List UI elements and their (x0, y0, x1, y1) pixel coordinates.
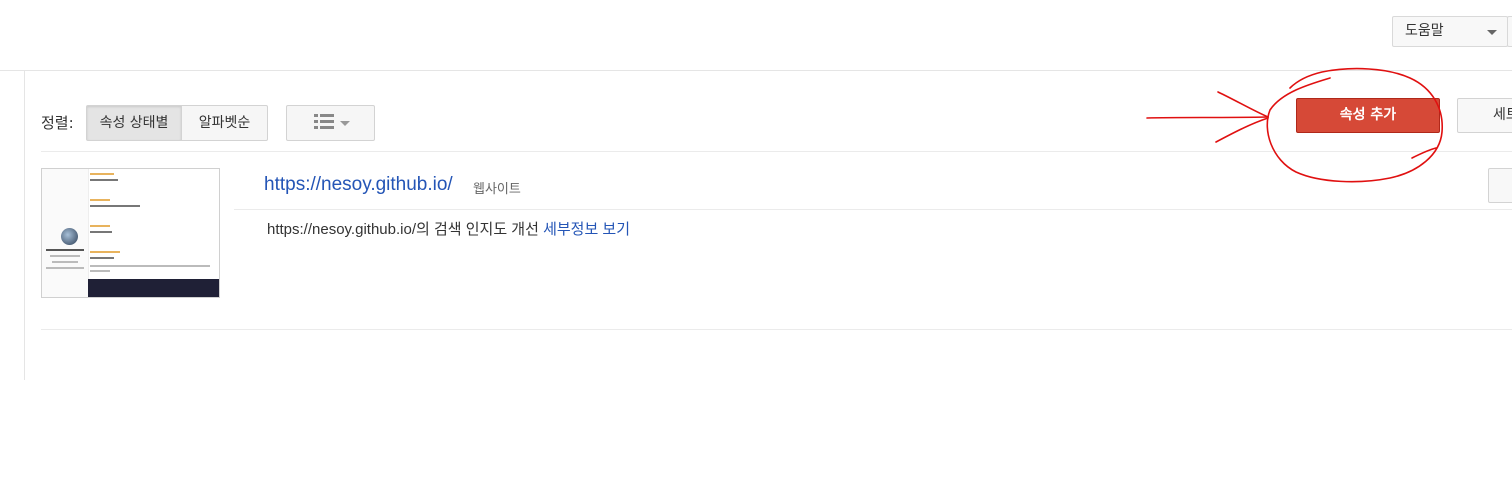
avatar (61, 228, 78, 245)
annotation-arrow-shaft (1146, 116, 1269, 119)
divider (41, 329, 1512, 330)
sort-label: 정렬: (41, 114, 74, 132)
list-view-icon (314, 114, 334, 132)
site-thumbnail[interactable] (41, 168, 220, 298)
divider (234, 209, 1512, 210)
divider (41, 151, 1512, 152)
thumbnail-banner (88, 279, 219, 297)
property-url-link[interactable]: https://nesoy.github.io/ (264, 174, 453, 196)
details-link[interactable]: 세부정보 보기 (543, 221, 630, 238)
property-description: https://nesoy.github.io/의 검색 인지도 개선 세부정보… (267, 218, 630, 239)
add-property-button[interactable]: 속성 추가 (1296, 98, 1440, 133)
sort-alphabetical-button[interactable]: 알파벳순 (181, 105, 268, 141)
top-bar: 도움말 (0, 0, 1512, 71)
description-text: https://nesoy.github.io/의 검색 인지도 개선 (267, 221, 539, 238)
chevron-down-icon (1487, 30, 1497, 35)
view-mode-dropdown[interactable] (286, 105, 375, 141)
property-type: 웹사이트 (473, 182, 521, 197)
chevron-down-icon (340, 121, 350, 126)
account-button-partial[interactable] (1507, 16, 1512, 47)
help-label: 도움말 (1405, 23, 1444, 39)
annotation-circle-tail (1411, 147, 1437, 159)
annotation-arrow-head-lower (1215, 117, 1269, 143)
help-dropdown-button[interactable]: 도움말 (1392, 16, 1508, 47)
sort-by-status-button[interactable]: 속성 상태별 (86, 105, 182, 141)
property-action-button[interactable] (1488, 168, 1512, 203)
annotation-arrow-head-upper (1217, 91, 1269, 118)
annotation-overlay (1146, 67, 1443, 183)
settings-button[interactable]: 세트 (1457, 98, 1512, 133)
left-divider (24, 70, 25, 380)
